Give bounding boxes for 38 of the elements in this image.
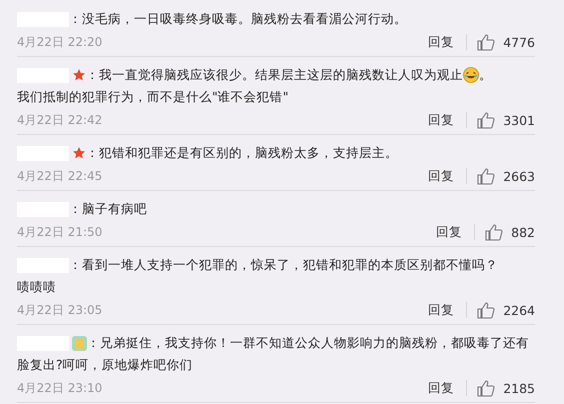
reply-button[interactable]: 回复 bbox=[428, 112, 454, 128]
like-button[interactable]: 2185 bbox=[477, 380, 535, 396]
comment-text: ：脑子有病吧 bbox=[69, 200, 147, 218]
like-button[interactable]: 882 bbox=[485, 224, 535, 240]
like-button[interactable]: 3301 bbox=[477, 112, 535, 128]
thumbs-up-icon bbox=[477, 34, 496, 50]
thumbs-up-icon bbox=[477, 302, 496, 318]
comment-text: ：我一直觉得脑残应该很少。结果层主这层的脑残数让人叹为观止 bbox=[86, 66, 463, 84]
thumbs-up-icon bbox=[477, 168, 496, 184]
comment-text: ：犯错和犯罪还是有区别的，脑残粉太多，支持层主。 bbox=[86, 144, 398, 162]
like-button[interactable]: 2264 bbox=[477, 302, 535, 318]
comment-text: ：没毛病，一日吸毒终身吸毒。脑残粉去看看湄公河行动。 bbox=[69, 10, 407, 28]
cat-icon bbox=[72, 336, 87, 350]
star-icon bbox=[72, 68, 86, 82]
comment-text: 。 bbox=[479, 66, 492, 84]
comment-text: 啧啧啧 bbox=[17, 278, 56, 296]
comment-text: 脸复出?呵呵，原地爆炸吧你们 bbox=[17, 356, 193, 374]
reply-button[interactable]: 回复 bbox=[428, 302, 454, 318]
reply-button[interactable]: 回复 bbox=[428, 34, 454, 50]
comment-text: ：兄弟挺住，我支持你！一群不知道公众人物影响力的脑残粉，都吸毒了还有 bbox=[87, 334, 529, 352]
like-button[interactable]: 4776 bbox=[477, 34, 535, 50]
thumbs-up-icon bbox=[477, 380, 496, 396]
laughing-emoji-icon bbox=[463, 67, 479, 83]
comment-time: 4月22日 21:50 bbox=[17, 224, 104, 240]
comment-time: 4月22日 22:45 bbox=[17, 168, 104, 184]
reply-button[interactable]: 回复 bbox=[436, 224, 462, 240]
comment-time: 4月22日 23:05 bbox=[17, 302, 104, 318]
comment-time: 4月22日 22:42 bbox=[17, 112, 104, 128]
reply-button[interactable]: 回复 bbox=[428, 168, 454, 184]
star-icon bbox=[72, 146, 86, 160]
like-button[interactable]: 2663 bbox=[477, 168, 535, 184]
thumbs-up-icon bbox=[477, 112, 496, 128]
thumbs-up-icon bbox=[485, 224, 504, 240]
reply-button[interactable]: 回复 bbox=[428, 380, 454, 396]
comment-time: 4月22日 23:10 bbox=[17, 380, 104, 396]
comment-text: ：看到一堆人支持一个犯罪的，惊呆了，犯错和犯罪的本质区别都不懂吗？ bbox=[69, 256, 498, 274]
comment-time: 4月22日 22:20 bbox=[17, 34, 104, 50]
comment-text: 我们抵制的犯罪行为，而不是什么"谁不会犯错" bbox=[17, 88, 288, 106]
